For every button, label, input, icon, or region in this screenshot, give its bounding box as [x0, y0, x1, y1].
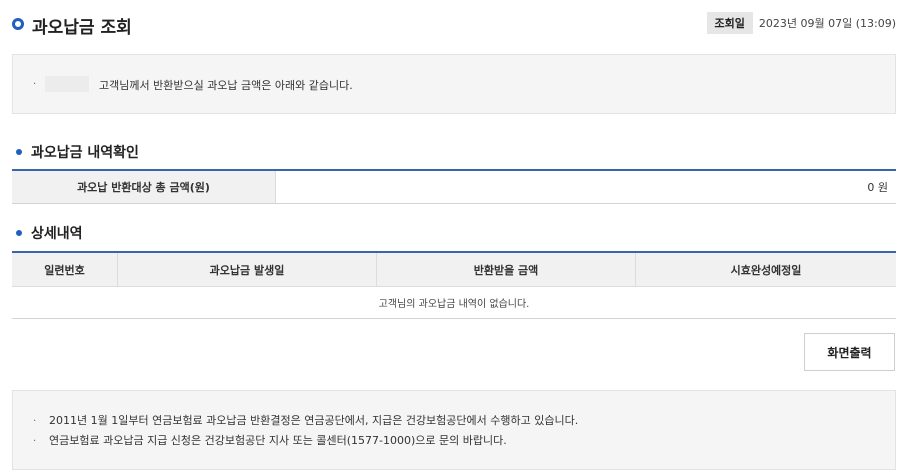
section-title-detail: 상세내역 — [12, 223, 83, 243]
title-circle-icon — [12, 18, 24, 30]
notice-text: 연금보험료 과오납금 지급 신청은 건강보험공단 지사 또는 콜센터(1577-… — [49, 434, 507, 447]
bullet-icon: · — [33, 416, 37, 427]
column-header-expiry-date: 시효완성예정일 — [730, 263, 802, 277]
column-header-refund-amount: 반환받을 금액 — [377, 253, 636, 286]
detail-table: 일련번호 과오납금 발생일 반환받을 금액 시효완성예정일 고객님의 과오납금 … — [12, 251, 896, 319]
bullet-icon: · — [33, 436, 37, 447]
notice-text: 2011년 1월 1일부터 연금보험료 과오납금 반환결정은 연금공단에서, 지… — [49, 414, 579, 427]
column-header-occurrence-date: 과오납금 발생일 — [118, 253, 377, 286]
query-date-label: 조회일 — [706, 12, 753, 34]
query-date: 조회일 2023년 09월 07일 (13:09) — [706, 12, 896, 34]
info-message: 고객님께서 반환받으실 과오납 금액은 아래와 같습니다. — [99, 79, 353, 92]
column-header-serial: 일련번호 — [12, 253, 118, 286]
empty-row-message: 고객님의 과오납금 내역이 없습니다. — [378, 299, 530, 310]
summary-table: 과오납 반환대상 총 금액(원) 0 원 — [12, 169, 896, 204]
print-screen-button[interactable]: 화면출력 — [804, 333, 895, 371]
section-dot-icon — [16, 230, 22, 236]
page-title: 과오납금 조회 — [32, 18, 132, 38]
notice-box: · 2011년 1월 1일부터 연금보험료 과오납금 반환결정은 연금공단에서, … — [12, 390, 896, 470]
info-box: · 고객님께서 반환받으실 과오납 금액은 아래와 같습니다. — [12, 54, 896, 114]
bullet-icon: · — [33, 79, 37, 90]
section-title-detail-text: 상세내역 — [31, 226, 83, 242]
summary-value: 0 원 — [867, 181, 888, 194]
masked-customer-name — [45, 76, 89, 92]
notice-item: · 2011년 1월 1일부터 연금보험료 과오납금 반환결정은 연금공단에서, … — [33, 411, 895, 431]
section-title-summary-text: 과오납금 내역확인 — [31, 145, 139, 161]
page-header: 과오납금 조회 조회일 2023년 09월 07일 (13:09) — [12, 10, 896, 38]
detail-table-header: 일련번호 과오납금 발생일 반환받을 금액 시효완성예정일 — [12, 253, 896, 287]
query-date-value: 2023년 09월 07일 (13:09) — [758, 17, 896, 30]
section-title-summary: 과오납금 내역확인 — [12, 142, 139, 162]
notice-item: · 연금보험료 과오납금 지급 신청은 건강보험공단 지사 또는 콜센터(1577… — [33, 431, 895, 451]
summary-label: 과오납 반환대상 총 금액(원) — [12, 171, 276, 203]
section-dot-icon — [16, 149, 22, 155]
